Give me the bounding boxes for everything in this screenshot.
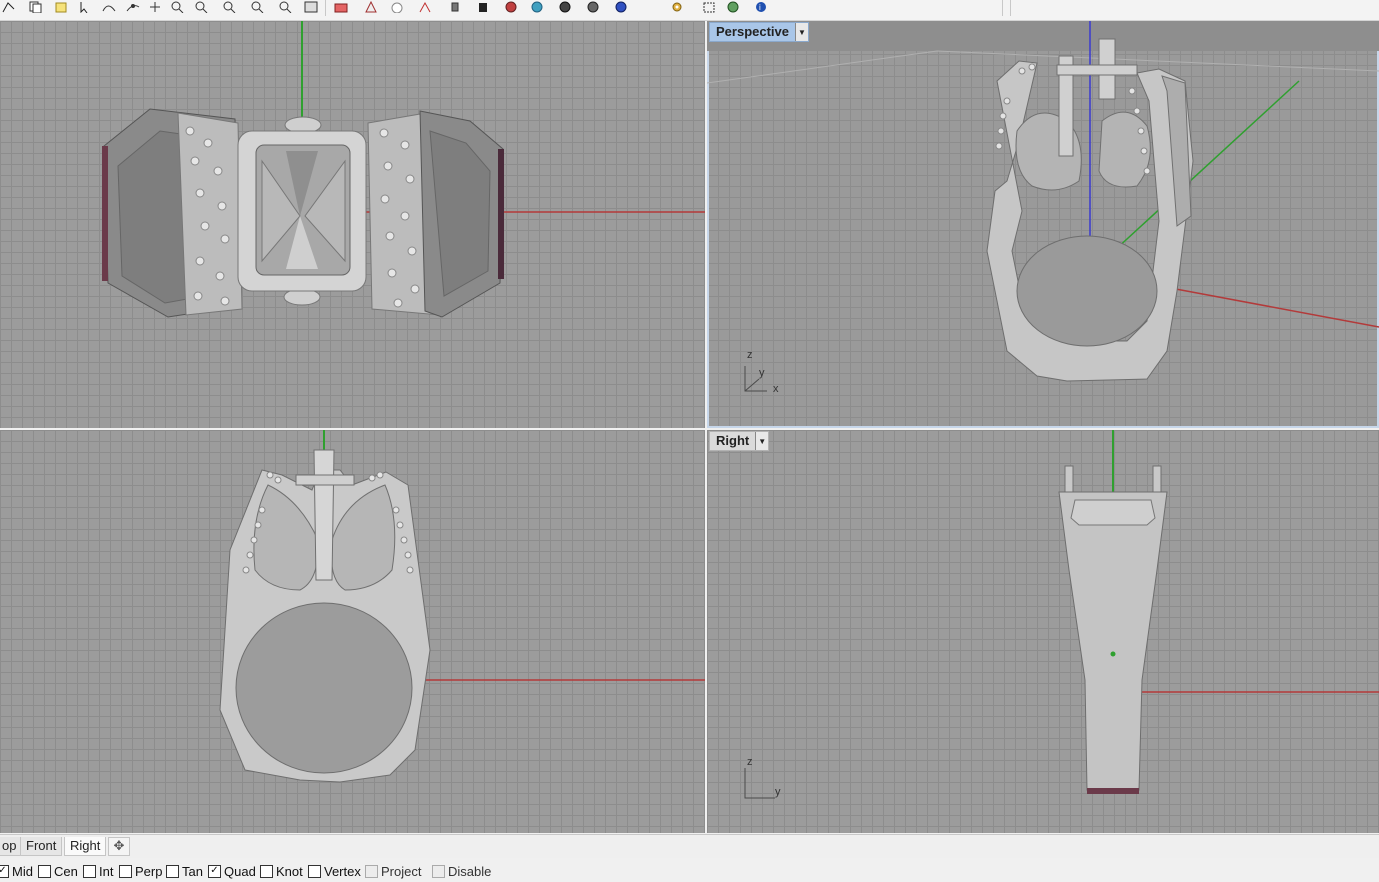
right-view-ring	[744, 430, 1379, 799]
axis-label-y: y	[775, 786, 781, 798]
circle-icon[interactable]	[388, 0, 406, 14]
zoom-window-icon[interactable]	[192, 0, 210, 14]
perspective-view-ring	[707, 21, 1379, 392]
sphere-gray-icon[interactable]	[584, 0, 602, 14]
zoom-icon[interactable]	[168, 0, 186, 14]
axis-label-z: z	[747, 756, 753, 768]
chevron-down-icon[interactable]: ▼	[795, 23, 808, 41]
sphere-gray-icon[interactable]	[474, 0, 492, 14]
material-ball-icon[interactable]	[556, 0, 574, 14]
properties-panel-icon[interactable]	[276, 0, 294, 14]
checkbox-icon[interactable]	[308, 864, 321, 878]
osnap-disable[interactable]: Disable	[432, 864, 491, 879]
globe-icon[interactable]	[724, 0, 742, 14]
add-viewport-tab-button[interactable]: ✥	[108, 837, 130, 856]
new-layer-icon[interactable]	[52, 0, 70, 14]
triangle-icon[interactable]	[362, 0, 380, 14]
sphere-red-icon[interactable]	[502, 0, 520, 14]
osnap-quad[interactable]: ✓ Quad	[208, 864, 256, 879]
viewport-perspective[interactable]: z y x Perspective ▼	[707, 21, 1379, 428]
checkbox-checked-icon[interactable]: ✓	[208, 864, 221, 878]
osnap-int[interactable]: Int	[83, 864, 113, 879]
main-toolbar: i	[0, 0, 1379, 21]
curve-tool-icon[interactable]	[100, 0, 118, 14]
copy-icon[interactable]	[26, 0, 44, 14]
zoom-extents-icon[interactable]	[220, 0, 238, 14]
viewport-title-label: Right	[716, 433, 750, 448]
viewport-front[interactable]	[0, 430, 705, 833]
checkbox-icon[interactable]	[260, 864, 273, 878]
axis-label-z: z	[747, 349, 753, 361]
osnap-project[interactable]: Project	[365, 864, 421, 879]
chevron-down-icon[interactable]: ▼	[755, 432, 769, 450]
curve-point-icon[interactable]	[124, 0, 142, 14]
top-view-ring	[102, 21, 705, 318]
render-icon[interactable]	[332, 0, 350, 14]
osnap-vertex[interactable]: Vertex	[308, 864, 361, 879]
checkbox-icon[interactable]	[83, 864, 96, 878]
gear-icon[interactable]	[668, 0, 686, 14]
viewport-title-label: Perspective	[716, 24, 789, 39]
layer-panel-icon[interactable]	[302, 0, 320, 14]
osnap-mid[interactable]: ✓ Mid	[0, 864, 33, 879]
front-view-ring	[219, 430, 705, 783]
osnap-bar: ✓ Mid Cen Int Perp Tan ✓ Quad Knot Verte…	[0, 858, 1379, 882]
tab-right[interactable]: Right	[64, 837, 107, 856]
select-arrow-icon[interactable]	[76, 0, 94, 14]
svg-text:i: i	[759, 3, 761, 12]
axis-label-x: x	[773, 383, 779, 395]
box-icon[interactable]	[446, 0, 464, 14]
sphere-blue-icon[interactable]	[612, 0, 630, 14]
osnap-knot[interactable]: Knot	[260, 864, 303, 879]
checkbox-icon[interactable]	[432, 864, 445, 878]
help-icon[interactable]: i	[752, 0, 770, 14]
osnap-tan[interactable]: Tan	[166, 864, 203, 879]
osnap-cen[interactable]: Cen	[38, 864, 78, 879]
axis-label-y: y	[759, 367, 765, 379]
checkbox-icon[interactable]	[38, 864, 51, 878]
viewport-title-perspective[interactable]: Perspective ▼	[709, 22, 809, 42]
viewport-top[interactable]	[0, 21, 705, 428]
pan-icon[interactable]	[146, 0, 164, 14]
sphere-color-icon[interactable]	[528, 0, 546, 14]
polyline-icon[interactable]	[0, 0, 18, 14]
checkbox-icon[interactable]	[166, 864, 179, 878]
osnap-perp[interactable]: Perp	[119, 864, 162, 879]
pen-icon[interactable]	[416, 0, 434, 14]
zoom-selected-icon[interactable]	[248, 0, 266, 14]
viewport-right[interactable]: z y Right ▼	[707, 430, 1379, 833]
tab-front[interactable]: Front	[20, 837, 63, 856]
viewport-tabs: op Front Right ✥	[0, 834, 1379, 858]
checkbox-icon[interactable]	[119, 864, 132, 878]
viewport-title-right[interactable]: Right ▼	[709, 431, 770, 451]
checkbox-icon[interactable]	[365, 864, 378, 878]
checkbox-checked-icon[interactable]: ✓	[0, 864, 9, 878]
select-window-icon[interactable]	[700, 0, 718, 14]
